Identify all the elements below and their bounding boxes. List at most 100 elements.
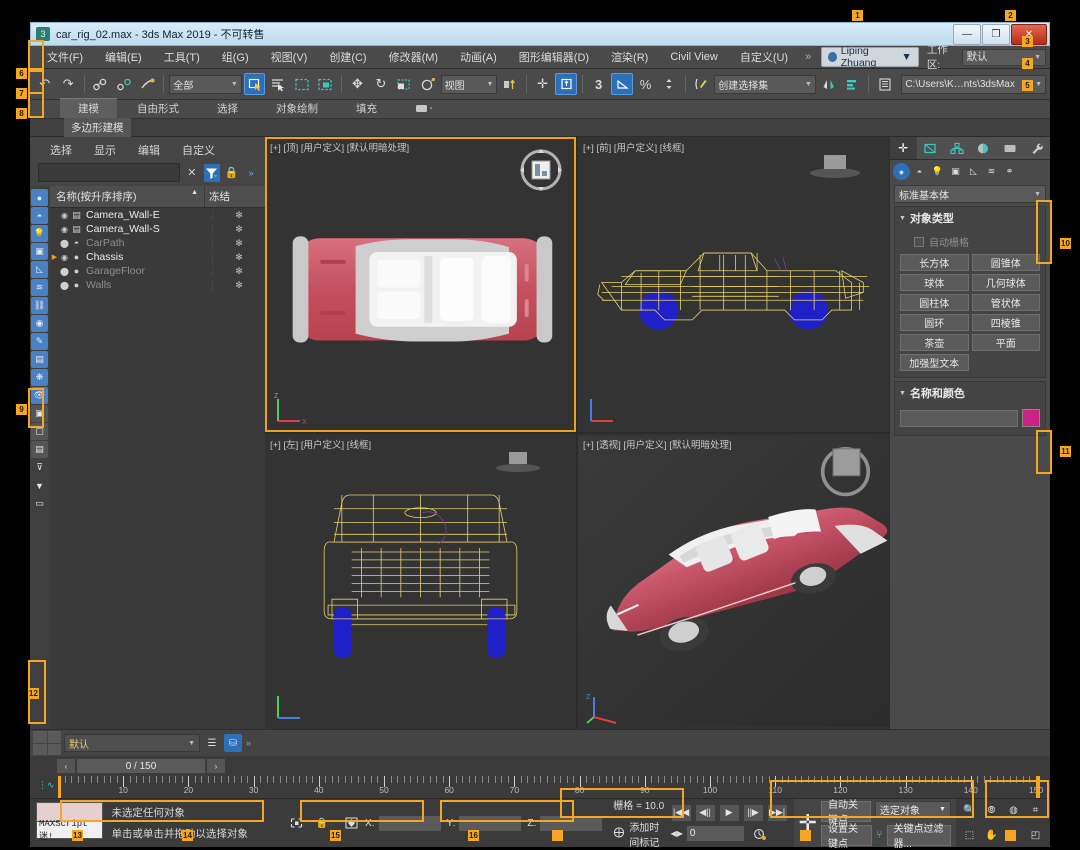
set-key-button[interactable]: 设置关键点 — [820, 824, 872, 850]
snap-3d-button[interactable]: 3 — [588, 73, 609, 95]
explorer-menu-customize[interactable]: 自定义 — [182, 142, 215, 158]
key-filter-target-select[interactable]: 选定对象 ▼ — [874, 800, 951, 818]
play-button[interactable]: ▶ — [718, 803, 740, 822]
frozen-cell[interactable]: ✻ — [212, 209, 265, 221]
object-type-button-3[interactable]: 几何球体 — [971, 274, 1040, 291]
goto-start-button[interactable]: |◀◀ — [670, 803, 692, 822]
layer-explorer-icon[interactable]: ⛁ — [224, 734, 242, 752]
menu-civil-view[interactable]: Civil View — [659, 48, 728, 66]
object-type-button-5[interactable]: 管状体 — [971, 294, 1040, 311]
prev-frame-button[interactable]: ◀|| — [694, 803, 716, 822]
expand-icon[interactable]: » — [243, 164, 259, 182]
table-row[interactable]: ⬤ ◓ CarPath ✻ — [50, 236, 265, 250]
menu-group[interactable]: 组(G) — [211, 46, 260, 68]
track-view-icon[interactable] — [33, 731, 61, 755]
table-row[interactable]: ⬤ ● Walls ✻ — [50, 278, 265, 292]
visibility-icon[interactable]: ⬤ — [59, 267, 70, 276]
key-filters-button[interactable]: 关键点过滤器... — [886, 824, 951, 850]
snap-toggle-button[interactable] — [555, 73, 577, 95]
object-type-button-10[interactable]: 加强型文本 — [900, 354, 969, 371]
ribbon-tab-populate[interactable]: 填充 — [338, 99, 395, 118]
menu-animation[interactable]: 动画(A) — [449, 46, 508, 68]
shapes-icon[interactable]: ◓ — [911, 163, 928, 180]
ribbon-tab-selection[interactable]: 选择 — [199, 99, 256, 118]
object-type-header[interactable]: ▼ 对象类型 — [895, 207, 1045, 229]
all-icon[interactable]: ● — [31, 189, 48, 206]
visibility-icon[interactable]: ⬤ — [59, 239, 70, 248]
table-row[interactable]: ◉ ▤ Camera_Wall-E ✻ — [50, 208, 265, 222]
utilities-tab[interactable] — [1023, 137, 1050, 159]
menu-file[interactable]: 文件(F) — [36, 46, 94, 68]
modify-tab[interactable] — [917, 137, 944, 159]
menu-create[interactable]: 创建(C) — [318, 46, 377, 68]
frozen-cell[interactable]: ✻ — [212, 223, 265, 235]
auto-key-button[interactable]: 自动关键点 — [820, 800, 871, 826]
layer-manager-icon[interactable] — [874, 73, 895, 95]
viewport-top-label[interactable]: [+] [顶] [用户定义] [默认明暗处理] — [270, 140, 409, 154]
layer-stack-icon[interactable]: ☰ — [203, 734, 221, 752]
next-frame-button[interactable]: ||▶ — [742, 803, 764, 822]
percent-snap-toggle-button[interactable]: % — [635, 73, 656, 95]
prev-key-button[interactable]: ‹ — [56, 758, 76, 774]
object-type-button-7[interactable]: 四棱锥 — [971, 314, 1040, 331]
select-and-scale-button[interactable] — [394, 73, 415, 95]
visibility-icon[interactable]: 👁 — [31, 387, 48, 404]
object-type-button-8[interactable]: 茶壶 — [900, 334, 969, 351]
explorer-menu-display[interactable]: 显示 — [94, 142, 116, 158]
maxscript-mini-listener[interactable]: MAXScript 迷! — [36, 802, 104, 844]
visibility-icon[interactable]: ◉ — [59, 225, 70, 234]
viewport-left[interactable]: [+] [左] [用户定义] [线框] — [265, 434, 576, 729]
viewport-front-label[interactable]: [+] [前] [用户定义] [线框] — [583, 140, 684, 154]
y-field[interactable] — [458, 814, 523, 832]
lock-icon[interactable]: 🔒 — [224, 164, 240, 182]
menu-modifiers[interactable]: 修改器(M) — [378, 46, 450, 68]
x-field[interactable] — [377, 814, 442, 832]
zoom-all-icon[interactable]: ⦾ — [982, 802, 1001, 820]
clear-search-icon[interactable]: ✕ — [184, 164, 200, 182]
next-key-button[interactable]: › — [206, 758, 226, 774]
helpers-icon[interactable]: ◺ — [31, 261, 48, 278]
lights-icon[interactable]: 💡 — [31, 225, 48, 242]
maximize-viewport-icon[interactable]: ◰ — [1026, 827, 1045, 845]
bind-icon[interactable] — [137, 73, 158, 95]
outline-icon[interactable]: ▤ — [31, 441, 48, 458]
edit-named-selection-sets-icon[interactable] — [691, 73, 712, 95]
viewport-top[interactable]: [+] [顶] [用户定义] [默认明暗处理] Z X — [265, 137, 576, 432]
object-color-swatch[interactable] — [1022, 409, 1040, 427]
motion-tab[interactable] — [970, 137, 997, 159]
object-type-button-0[interactable]: 长方体 — [900, 254, 969, 271]
filter-icon[interactable] — [203, 163, 220, 182]
toolbar-icon[interactable]: ▭ — [31, 495, 48, 512]
object-category-select[interactable]: 标准基本体 ▼ — [894, 185, 1046, 203]
select-object-button[interactable] — [243, 73, 266, 95]
display-tab[interactable] — [997, 137, 1024, 159]
helpers-icon[interactable]: ◺ — [965, 163, 982, 180]
key-mode-icon[interactable]: ⑂ — [876, 829, 883, 841]
geometry-icon[interactable]: ◓ — [31, 207, 48, 224]
view-cube[interactable] — [494, 448, 542, 474]
filter-b-icon[interactable]: ▼ — [31, 477, 48, 494]
time-slider-ruler[interactable]: ⋮∿ 102030405060708090100110120130140150 — [30, 776, 1050, 799]
workspace-select[interactable]: 默认 ▼ — [961, 48, 1046, 66]
geometry-icon[interactable]: ● — [893, 163, 910, 180]
ribbon-dropdown-icon[interactable] — [397, 102, 451, 118]
time-tag-icon[interactable] — [613, 827, 625, 841]
frozen-cell[interactable]: ✻ — [212, 237, 265, 249]
selection-lock-icon[interactable] — [287, 814, 305, 832]
expand-arrow-icon[interactable]: ▶ — [50, 253, 59, 261]
cameras-icon[interactable]: ▣ — [947, 163, 964, 180]
time-slider-handle[interactable] — [58, 776, 61, 798]
reference-coordinate-select[interactable]: 视图 ▼ — [440, 74, 498, 94]
xrefs-icon[interactable]: ✎ — [31, 333, 48, 350]
expand-icon[interactable]: » — [246, 738, 251, 748]
explorer-menu-edit[interactable]: 编辑 — [138, 142, 160, 158]
link-icon[interactable] — [90, 73, 111, 95]
object-type-button-6[interactable]: 圆环 — [900, 314, 969, 331]
object-type-button-4[interactable]: 圆柱体 — [900, 294, 969, 311]
space-warps-icon[interactable]: ≋ — [31, 279, 48, 296]
table-row[interactable]: ⬤ ● GarageFloor ✻ — [50, 264, 265, 278]
containers-icon[interactable]: ▤ — [31, 351, 48, 368]
window-crossing-icon[interactable] — [314, 73, 335, 95]
space-warps-icon[interactable]: ≋ — [983, 163, 1000, 180]
search-input[interactable] — [38, 163, 180, 182]
